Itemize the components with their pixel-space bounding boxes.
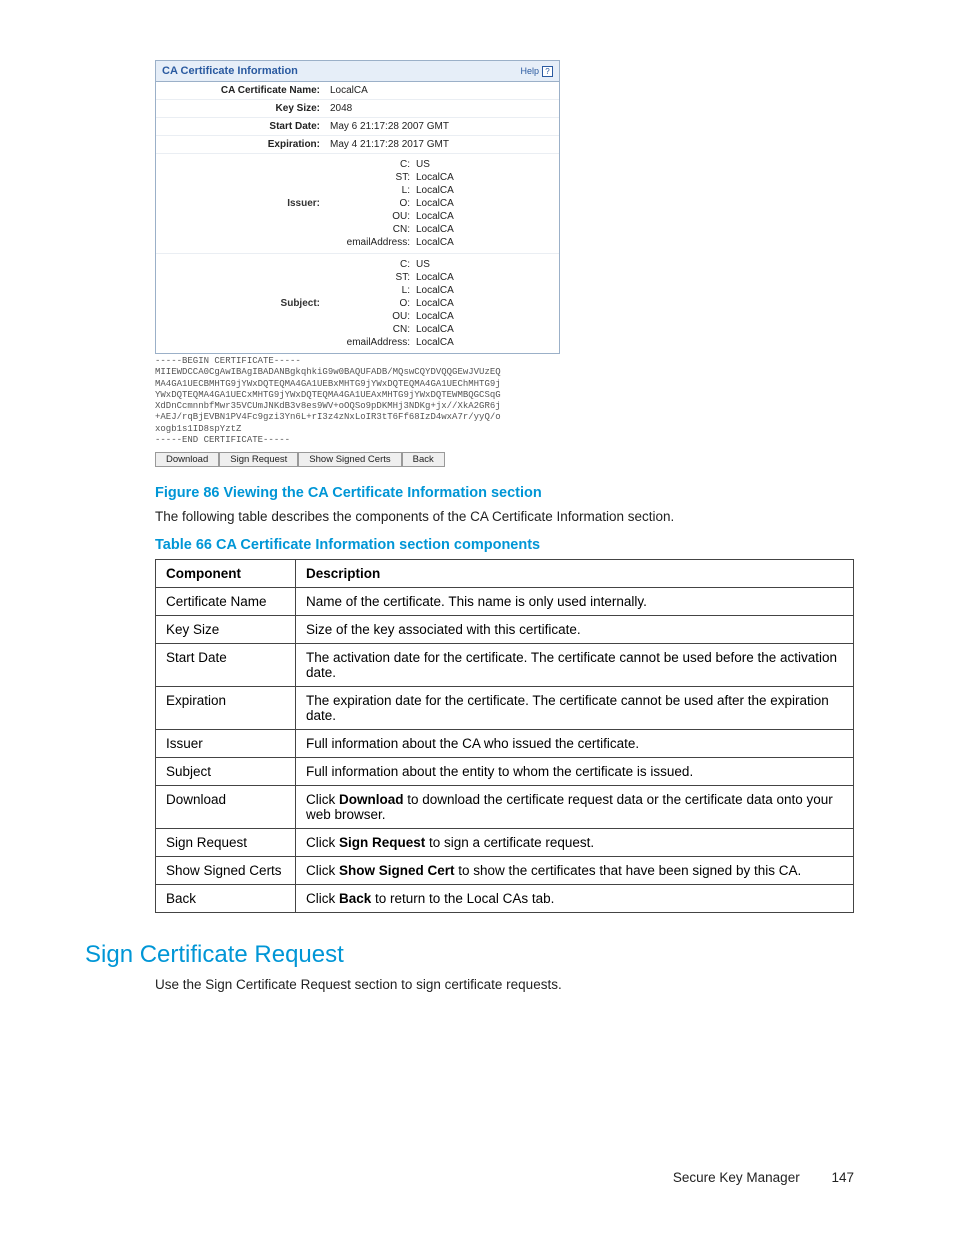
field-value-exp: May 4 21:17:28 2017 GMT [326, 136, 453, 153]
table-head-description: Description [296, 559, 854, 587]
subject-email-value: LocalCA [416, 337, 454, 348]
issuer-c-label: C: [326, 159, 416, 170]
field-label-keysize: Key Size: [156, 100, 326, 117]
issuer-email-label: emailAddress: [326, 237, 416, 248]
issuer-label: Issuer: [156, 195, 326, 212]
subject-o-label: O: [326, 298, 416, 309]
subject-cn-value: LocalCA [416, 324, 454, 335]
intro-text: The following table describes the compon… [155, 507, 854, 527]
table-cell-component: Start Date [156, 643, 296, 686]
field-label-start: Start Date: [156, 118, 326, 135]
issuer-l-value: LocalCA [416, 185, 454, 196]
table-cell-description: Full information about the entity to who… [296, 757, 854, 785]
subject-c-label: C: [326, 259, 416, 270]
table-cell-description: The activation date for the certificate.… [296, 643, 854, 686]
table-cell-description: Click Download to download the certifica… [296, 785, 854, 828]
table-row: Key SizeSize of the key associated with … [156, 615, 854, 643]
table-cell-component: Issuer [156, 729, 296, 757]
table-cell-component: Certificate Name [156, 587, 296, 615]
field-value-name: LocalCA [326, 82, 372, 99]
issuer-cn-label: CN: [326, 224, 416, 235]
page-footer: Secure Key Manager 147 [673, 1170, 854, 1185]
issuer-o-value: LocalCA [416, 198, 454, 209]
figure-caption: Figure 86 Viewing the CA Certificate Inf… [155, 485, 854, 501]
ca-cert-info-panel: CA Certificate Information Help ? CA Cer… [155, 60, 560, 354]
subject-ou-label: OU: [326, 311, 416, 322]
table-cell-component: Subject [156, 757, 296, 785]
table-row: Show Signed CertsClick Show Signed Cert … [156, 856, 854, 884]
issuer-l-label: L: [326, 185, 416, 196]
table-row: Start DateThe activation date for the ce… [156, 643, 854, 686]
panel-title: CA Certificate Information [162, 65, 298, 77]
section-heading-sign-cert-request: Sign Certificate Request [85, 941, 854, 969]
table-cell-description: Click Show Signed Cert to show the certi… [296, 856, 854, 884]
show-signed-certs-button[interactable]: Show Signed Certs [298, 452, 401, 467]
subject-l-label: L: [326, 285, 416, 296]
field-label-exp: Expiration: [156, 136, 326, 153]
issuer-c-value: US [416, 159, 430, 170]
issuer-email-value: LocalCA [416, 237, 454, 248]
subject-ou-value: LocalCA [416, 311, 454, 322]
subject-email-label: emailAddress: [326, 337, 416, 348]
table-row: SubjectFull information about the entity… [156, 757, 854, 785]
certificate-pem-text: -----BEGIN CERTIFICATE----- MIIEWDCCA0Cg… [155, 356, 854, 446]
table-cell-component: Expiration [156, 686, 296, 729]
table-cell-description: Full information about the CA who issued… [296, 729, 854, 757]
download-button[interactable]: Download [155, 452, 219, 467]
field-value-start: May 6 21:17:28 2007 GMT [326, 118, 453, 135]
back-button[interactable]: Back [402, 452, 445, 467]
footer-page-number: 147 [831, 1170, 854, 1185]
table-cell-component: Show Signed Certs [156, 856, 296, 884]
issuer-st-label: ST: [326, 172, 416, 183]
issuer-ou-label: OU: [326, 211, 416, 222]
table-cell-description: Click Back to return to the Local CAs ta… [296, 884, 854, 912]
subject-block: C:US ST:LocalCA L:LocalCA O:LocalCA OU:L… [326, 254, 559, 353]
table-row: Certificate NameName of the certificate.… [156, 587, 854, 615]
table-cell-component: Back [156, 884, 296, 912]
table-cell-component: Sign Request [156, 828, 296, 856]
issuer-block: C:US ST:LocalCA L:LocalCA O:LocalCA OU:L… [326, 154, 559, 253]
table-row: IssuerFull information about the CA who … [156, 729, 854, 757]
table-cell-component: Download [156, 785, 296, 828]
subject-l-value: LocalCA [416, 285, 454, 296]
table-row: Sign RequestClick Sign Request to sign a… [156, 828, 854, 856]
help-link[interactable]: Help ? [520, 66, 553, 77]
table-head-component: Component [156, 559, 296, 587]
section-text: Use the Sign Certificate Request section… [155, 975, 854, 995]
panel-header: CA Certificate Information Help ? [156, 61, 559, 82]
help-icon: ? [542, 66, 553, 77]
table-cell-component: Key Size [156, 615, 296, 643]
table-row: DownloadClick Download to download the c… [156, 785, 854, 828]
issuer-st-value: LocalCA [416, 172, 454, 183]
table-cell-description: Size of the key associated with this cer… [296, 615, 854, 643]
table-caption: Table 66 CA Certificate Information sect… [155, 537, 854, 553]
table-row: BackClick Back to return to the Local CA… [156, 884, 854, 912]
issuer-o-label: O: [326, 198, 416, 209]
subject-cn-label: CN: [326, 324, 416, 335]
subject-c-value: US [416, 259, 430, 270]
field-label-name: CA Certificate Name: [156, 82, 326, 99]
table-row: ExpirationThe expiration date for the ce… [156, 686, 854, 729]
table-cell-description: Name of the certificate. This name is on… [296, 587, 854, 615]
issuer-cn-value: LocalCA [416, 224, 454, 235]
table-cell-description: The expiration date for the certificate.… [296, 686, 854, 729]
subject-label: Subject: [156, 295, 326, 312]
sign-request-button[interactable]: Sign Request [219, 452, 298, 467]
field-value-keysize: 2048 [326, 100, 356, 117]
subject-st-label: ST: [326, 272, 416, 283]
subject-o-value: LocalCA [416, 298, 454, 309]
issuer-ou-value: LocalCA [416, 211, 454, 222]
components-table: Component Description Certificate NameNa… [155, 559, 854, 913]
help-label: Help [520, 66, 539, 76]
subject-st-value: LocalCA [416, 272, 454, 283]
table-cell-description: Click Sign Request to sign a certificate… [296, 828, 854, 856]
footer-title: Secure Key Manager [673, 1170, 800, 1185]
